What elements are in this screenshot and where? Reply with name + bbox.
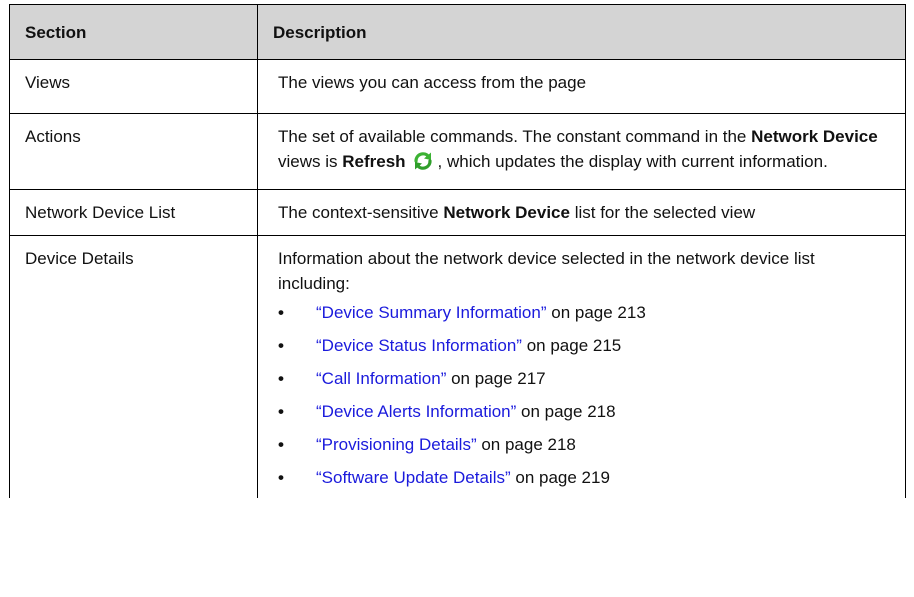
list-item: • “Call Information” on page 217 [278,366,887,399]
header-description: Description [257,4,906,60]
description-cell: Information about the network device sel… [257,235,906,498]
page-ref: on page 213 [546,303,646,322]
list-item: • “Provisioning Details” on page 218 [278,432,887,465]
refresh-icon [412,150,434,179]
list-item: • “Software Update Details” on page 219 [278,465,887,498]
table-row-views: Views The views you can access from the … [9,59,906,114]
sections-table: Section Description Views The views you … [9,4,906,498]
page-link[interactable]: “Device Summary Information” [316,303,547,322]
header-row: Section Description [9,4,906,60]
bold-term: Network Device [443,203,570,222]
table-row-actions: Actions The set of available commands. T… [9,113,906,190]
text: views is [278,152,343,171]
section-cell: Actions [9,113,258,190]
text: The context-sensitive [278,203,444,222]
bold-term: Network Device [751,127,878,146]
page-link[interactable]: “Device Alerts Information” [316,402,516,421]
table-row-details: Device Details Information about the net… [9,235,906,498]
bullet: • [278,468,284,487]
section-cell: Network Device List [9,189,258,236]
bullet: • [278,369,284,388]
description-cell: The set of available commands. The const… [257,113,906,190]
page-ref: on page 215 [521,336,622,355]
bullet: • [278,402,284,421]
section-cell: Views [9,59,258,114]
link-list: • “Device Summary Information” on page 21… [278,300,887,498]
list-item: • “Device Alerts Information” on page 218 [278,399,887,432]
table-row-list: Network Device List The context-sensitiv… [9,189,906,236]
bold-term: Refresh [342,152,406,171]
section-cell: Device Details [9,235,258,498]
description-cell: The context-sensitive Network Device lis… [257,189,906,236]
bullet: • [278,303,284,322]
description-cell: The views you can access from the page [257,59,906,114]
page-link[interactable]: “Provisioning Details” [316,435,477,454]
text: , which updates the display with current… [437,152,828,171]
page-ref: on page 218 [516,402,616,421]
page-ref: on page 219 [510,468,610,487]
text: list for the selected view [569,203,756,222]
bullet: • [278,336,284,355]
list-item: • “Device Status Information” on page 215 [278,333,887,366]
page-link[interactable]: “Software Update Details” [316,468,511,487]
list-item: • “Device Summary Information” on page 21… [278,300,887,333]
page-link[interactable]: “Call Information” [316,369,446,388]
text: The set of available commands. The const… [278,127,752,146]
bullet: • [278,435,284,454]
page-link[interactable]: “Device Status Information” [316,336,522,355]
header-section: Section [9,4,258,60]
page-ref: on page 217 [446,369,546,388]
page-ref: on page 218 [476,435,576,454]
intro-text: Information about the network device sel… [278,249,815,293]
